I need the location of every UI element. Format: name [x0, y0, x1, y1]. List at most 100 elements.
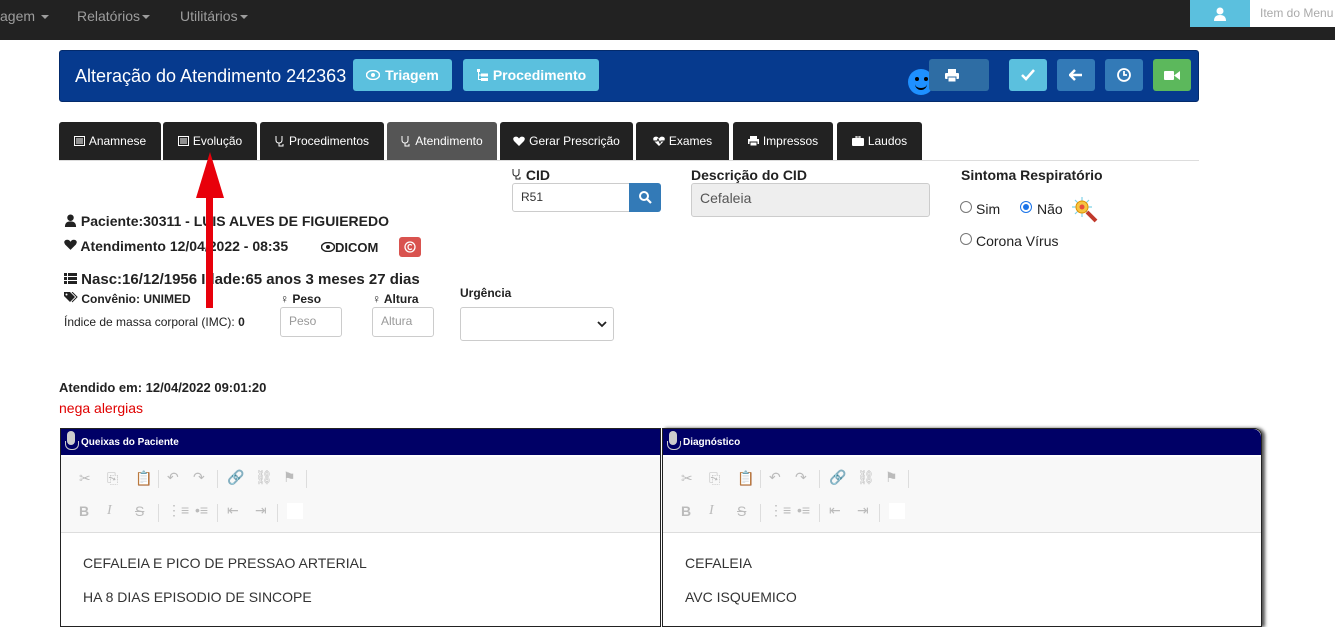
print-dropdown-button[interactable] [929, 59, 989, 91]
tab-divider [59, 160, 1199, 161]
numbered-list-icon[interactable]: ⋮≡ [167, 502, 189, 519]
numbered-list-icon[interactable]: ⋮≡ [769, 502, 791, 519]
briefcase-icon [851, 136, 864, 146]
triage-button[interactable]: Triagem [353, 59, 452, 91]
link-icon[interactable]: 🔗 [829, 469, 846, 486]
toolbar-separator [158, 470, 159, 488]
patient-name: Paciente:30311 - LUIS ALVES DE FIGUIERED… [64, 213, 389, 229]
indent-icon[interactable]: ⇥ [857, 502, 869, 519]
insurance-info: Convênio: UNIMED [64, 291, 191, 306]
unlink-icon[interactable]: ⛓ [255, 469, 273, 486]
video-call-button[interactable] [1153, 59, 1191, 91]
toolbar-separator [760, 504, 761, 522]
user-button[interactable] [1190, 0, 1250, 27]
radio-corona[interactable] [960, 233, 972, 245]
diagnosis-line[interactable]: AVC ISQUEMICO [685, 589, 797, 605]
flag-icon[interactable]: ⚑ [885, 469, 898, 486]
undo-icon[interactable]: ↶ [769, 469, 781, 486]
unlink-icon[interactable]: ⛓ [857, 469, 875, 486]
tab-atendimento[interactable]: Atendimento [387, 122, 497, 160]
menu-partial[interactable]: agem [0, 0, 49, 32]
copy-icon[interactable]: ⎘ [107, 470, 118, 487]
tab-gerar-prescricao[interactable]: Gerar Prescrição [500, 122, 633, 160]
strikethrough-icon[interactable]: S [135, 503, 144, 519]
respiratory-label: Sintoma Respiratório [961, 167, 1103, 183]
weight-input[interactable]: Peso [280, 307, 342, 337]
urgency-select[interactable] [460, 307, 614, 341]
paste-icon[interactable]: 📋 [737, 470, 754, 487]
stethoscope-icon [512, 169, 521, 180]
color-swatch[interactable] [889, 503, 905, 519]
menu-search-input[interactable]: Item do Menu [1250, 0, 1335, 27]
menu-reports[interactable]: Relatórios [77, 0, 151, 32]
weight-label: ♀ Peso [280, 292, 322, 306]
eye-icon [320, 241, 336, 253]
list-alt-icon [177, 136, 189, 146]
confirm-button[interactable] [1009, 59, 1047, 91]
caret-down-icon [142, 15, 151, 20]
outdent-icon[interactable]: ⇤ [829, 502, 841, 519]
height-input[interactable]: Altura [372, 307, 434, 337]
link-icon[interactable]: 🔗 [227, 469, 244, 486]
tab-laudos[interactable]: Laudos [837, 122, 922, 160]
cid-input[interactable]: R51 [512, 183, 630, 212]
cid-description-label: Descrição do CID [691, 167, 807, 183]
bold-icon[interactable]: B [681, 503, 691, 519]
back-button[interactable] [1057, 59, 1095, 91]
tab-procedimentos[interactable]: Procedimentos [260, 122, 384, 160]
heart-icon [64, 239, 77, 250]
radio-sim[interactable] [960, 201, 972, 213]
radio-nao[interactable] [1020, 201, 1032, 213]
copy-icon[interactable]: ⎘ [709, 470, 720, 487]
complaints-panel: Queixas do Paciente ✂ ⎘ 📋 ↶ ↷ 🔗 ⛓ ⚑ B I … [60, 428, 661, 627]
history-button[interactable] [1105, 59, 1143, 91]
tab-exames[interactable]: Exames [636, 122, 729, 160]
print-icon [944, 68, 959, 82]
redo-icon[interactable]: ↷ [795, 469, 807, 486]
caret-down-icon [40, 15, 49, 20]
italic-icon[interactable]: I [709, 503, 714, 519]
tab-impressos[interactable]: Impressos [733, 122, 833, 160]
diagnosis-line[interactable]: CEFALEIA [685, 555, 752, 571]
height-label: ♀ Altura [372, 292, 419, 306]
diagnosis-editor-toolbar: ✂ ⎘ 📋 ↶ ↷ 🔗 ⛓ ⚑ B I S ⋮≡ •≡ ⇤ ⇥ [663, 457, 1261, 533]
outdent-icon[interactable]: ⇤ [227, 502, 239, 519]
italic-icon[interactable]: I [107, 503, 112, 519]
bullet-list-icon[interactable]: •≡ [195, 502, 208, 518]
cid-search-button[interactable] [629, 183, 661, 212]
caret-down-icon [239, 15, 248, 20]
bmi-info: Índice de massa corporal (IMC): 0 [64, 315, 245, 329]
redo-icon[interactable]: ↷ [193, 469, 205, 486]
tab-anamnese[interactable]: Anamnese [59, 122, 161, 160]
indent-icon[interactable]: ⇥ [255, 502, 267, 519]
complaints-line[interactable]: CEFALEIA E PICO DE PRESSAO ARTERIAL [83, 555, 367, 571]
radio-nao-label: Não [1037, 201, 1063, 217]
urgency-label: Urgência [460, 286, 512, 300]
check-icon [1021, 69, 1035, 81]
diagnosis-panel-header: Diagnóstico [663, 429, 1261, 455]
microphone-icon[interactable] [63, 431, 79, 453]
color-swatch[interactable] [287, 503, 303, 519]
microphone-icon[interactable] [665, 431, 681, 453]
complaints-line[interactable]: HA 8 DIAS EPISODIO DE SINCOPE [83, 589, 312, 605]
menu-utilities[interactable]: Utilitários [180, 0, 248, 32]
diagnosis-panel: Diagnóstico ✂ ⎘ 📋 ↶ ↷ 🔗 ⛓ ⚑ B I S ⋮≡ •≡ … [662, 428, 1262, 627]
flag-icon[interactable]: ⚑ [283, 469, 296, 486]
complaints-editor-toolbar: ✂ ⎘ 📋 ↶ ↷ 🔗 ⛓ ⚑ B I S ⋮≡ •≡ ⇤ ⇥ [61, 457, 660, 533]
toolbar-separator [306, 470, 307, 488]
toolbar-separator [277, 504, 278, 522]
procedure-button[interactable]: Procedimento [463, 59, 599, 91]
allergy-note: nega alergias [59, 400, 144, 416]
attendance-info: Atendimento 12/04/2022 - 08:35 [64, 238, 288, 254]
stethoscope-icon [275, 135, 284, 146]
cut-icon[interactable]: ✂ [79, 470, 91, 487]
paste-icon[interactable]: 📋 [135, 470, 152, 487]
user-icon [1214, 7, 1226, 21]
bold-icon[interactable]: B [79, 503, 89, 519]
cut-icon[interactable]: ✂ [681, 470, 693, 487]
dicom-link[interactable]: DICOM [320, 240, 378, 255]
dicom-action-button[interactable] [399, 237, 421, 257]
bullet-list-icon[interactable]: •≡ [797, 502, 810, 518]
strikethrough-icon[interactable]: S [737, 503, 746, 519]
undo-icon[interactable]: ↶ [167, 469, 179, 486]
